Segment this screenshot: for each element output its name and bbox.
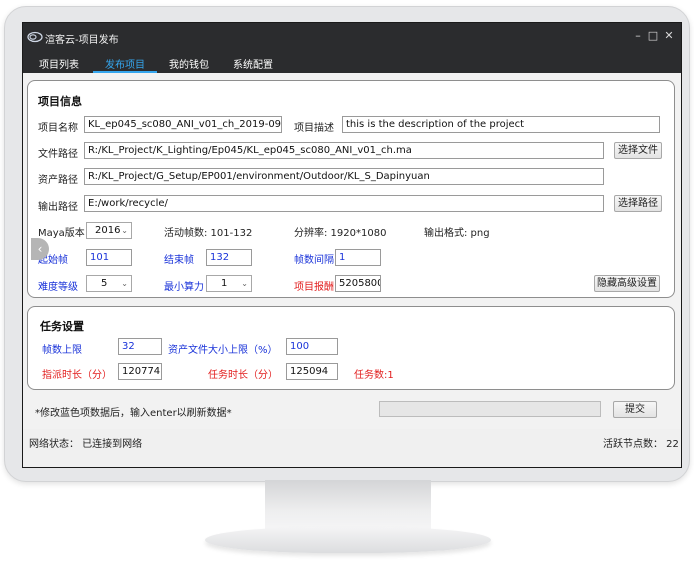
status-bar: 网络状态： 已连接到网络 活跃节点数： 22 [23,429,681,467]
monitor-frame: 渲客云-项目发布 – □ ✕ 项目列表 发布项目 我的钱包 系统配置 项目信息 … [4,6,690,482]
task-settings-title: 任务设置 [40,320,84,333]
end-frame-label: 结束帧 [164,255,194,266]
tab-system-settings[interactable]: 系统配置 [233,56,273,71]
difficulty-value: 5 [101,278,108,289]
frame-limit-input[interactable]: 32 [118,338,162,355]
frame-step-label: 帧数间隔 [294,255,334,266]
close-icon[interactable]: ✕ [662,29,676,43]
publish-form: 项目信息 项目名称 KL_ep045_sc080_ANI_v01_ch_2019… [23,73,681,429]
reward-input[interactable]: 5205800 [335,275,381,292]
output-path-label: 输出路径 [38,202,78,213]
tab-publish-project[interactable]: 发布项目 [105,56,145,71]
hide-advanced-button[interactable]: 隐藏高级设置 [594,275,660,292]
maya-version-label: Maya版本 [38,228,85,239]
network-status-text: 网络状态： 已连接到网络 [29,439,143,450]
app-logo-icon [27,31,43,43]
assign-duration-label: 指派时长（分） [42,370,112,381]
dropdown-chevron-icon: ⌄ [241,279,248,288]
monitor-stand-base [205,527,491,553]
submit-button[interactable]: 提交 [613,401,657,418]
frame-limit-label: 帧数上限 [42,345,82,356]
asset-limit-input[interactable]: 100 [286,338,338,355]
project-info-panel: 项目信息 项目名称 KL_ep045_sc080_ANI_v01_ch_2019… [27,80,675,298]
frame-step-input[interactable]: 1 [335,249,381,266]
file-path-input[interactable]: R:/KL_Project/K_Lighting/Ep045/KL_ep045_… [84,142,604,159]
difficulty-label: 难度等级 [38,282,78,293]
tab-project-list[interactable]: 项目列表 [39,56,79,71]
asset-path-input[interactable]: R:/KL_Project/G_Setup/EP001/environment/… [84,168,604,185]
maya-version-value: 2016 [95,225,121,236]
project-desc-label: 项目描述 [294,123,334,134]
monitor-stand-neck [265,480,431,532]
active-frames-text: 活动帧数: 101-132 [164,228,253,239]
project-info-title: 项目信息 [38,95,82,108]
asset-path-label: 资产路径 [38,175,78,186]
assign-duration-input[interactable]: 120774 [118,363,162,380]
difficulty-select[interactable]: 5 ⌄ [86,275,132,292]
min-power-label: 最小算力 [164,282,204,293]
dropdown-chevron-icon: ⌄ [121,279,128,288]
asset-limit-label: 资产文件大小上限（%） [168,345,278,356]
min-power-select[interactable]: 1 ⌄ [206,275,252,292]
resolution-text: 分辨率: 1920*1080 [294,228,387,239]
upload-progress-bar [379,401,601,417]
task-duration-label: 任务时长（分） [208,370,278,381]
active-nodes-text: 活跃节点数： 22 [603,439,679,450]
app-window: 渲客云-项目发布 – □ ✕ 项目列表 发布项目 我的钱包 系统配置 项目信息 … [22,22,682,468]
task-settings-panel: 任务设置 帧数上限 32 资产文件大小上限（%） 100 指派时长（分） 120… [27,306,675,390]
maya-version-select[interactable]: 2016 ⌄ [86,222,132,239]
end-frame-input[interactable]: 132 [206,249,252,266]
choose-path-button[interactable]: 选择路径 [614,195,662,212]
project-name-label: 项目名称 [38,123,78,134]
output-path-input[interactable]: E:/work/recycle/ [84,195,604,212]
title-bar: 渲客云-项目发布 – □ ✕ [23,23,681,51]
task-duration-input[interactable]: 125094 [286,363,338,380]
window-title: 渲客云-项目发布 [45,35,119,46]
maximize-icon[interactable]: □ [646,29,660,43]
dropdown-chevron-icon: ⌄ [121,226,128,235]
tab-my-wallet[interactable]: 我的钱包 [169,56,209,71]
refresh-note: *修改蓝色项数据后，输入enter以刷新数据* [35,408,232,419]
choose-file-button[interactable]: 选择文件 [614,142,662,159]
file-path-label: 文件路径 [38,149,78,160]
min-power-value: 1 [221,278,228,289]
minimize-icon[interactable]: – [631,29,645,43]
project-desc-input[interactable]: this is the description of the project [342,116,660,133]
start-frame-input[interactable]: 101 [86,249,132,266]
reward-label: 项目报酬 [294,282,334,293]
project-name-input[interactable]: KL_ep045_sc080_ANI_v01_ch_2019-09-18 [84,116,282,133]
output-format-text: 输出格式: png [424,228,490,239]
task-count-text: 任务数:1 [354,370,394,381]
main-tabs: 项目列表 发布项目 我的钱包 系统配置 [23,51,681,73]
